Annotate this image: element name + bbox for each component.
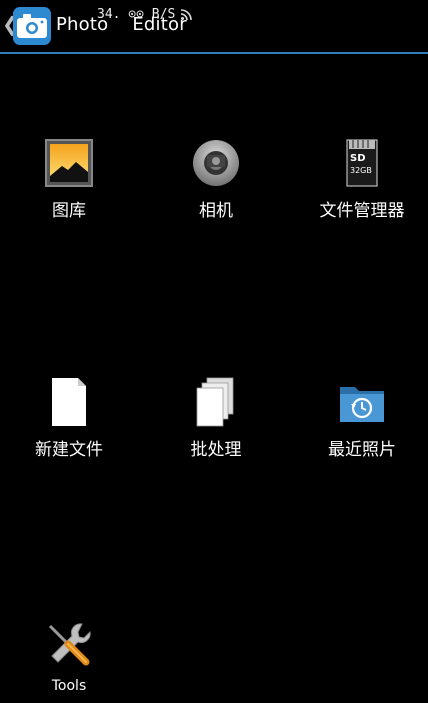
wifi-icon <box>181 9 192 20</box>
gallery-icon <box>45 139 93 187</box>
sd-card-icon: SD 32GB <box>346 139 378 187</box>
recent-folder-icon <box>340 387 384 422</box>
grid-item-gallery[interactable]: 图库 <box>9 138 129 221</box>
action-bar-divider <box>0 52 428 54</box>
grid-item-label: 新建文件 <box>35 440 103 460</box>
grid-item-batch[interactable]: 批处理 <box>156 377 276 460</box>
grid-item-label: Tools <box>51 678 87 694</box>
grid-item-label: 相机 <box>199 201 233 221</box>
grid-item-file-manager[interactable]: SD 32GB 文件管理器 <box>302 138 422 221</box>
camera-icon <box>193 140 239 186</box>
grid-item-tools[interactable]: Tools <box>9 620 129 694</box>
batch-icon <box>196 377 234 427</box>
grid-item-recent-photos[interactable]: 最近照片 <box>302 377 422 460</box>
grid-item-camera[interactable]: 相机 <box>156 138 276 221</box>
grid-item-label: 最近照片 <box>328 440 396 460</box>
action-bar: ❮ Photo Editor 34. ⊙⊙ B/S <box>0 0 428 54</box>
tools-icon <box>48 623 91 666</box>
sd-card-capacity: 32GB <box>350 166 372 175</box>
sd-card-title: SD <box>350 153 366 164</box>
new-file-icon <box>52 378 86 426</box>
status-speed-text: 34. ⊙⊙ B/S <box>97 7 176 22</box>
grid-item-new-file[interactable]: 新建文件 <box>9 377 129 460</box>
app-logo-icon[interactable] <box>12 6 52 46</box>
grid-item-label: 文件管理器 <box>319 201 405 221</box>
grid-item-label: 图库 <box>52 201 86 221</box>
grid-item-label: 批处理 <box>190 440 242 460</box>
